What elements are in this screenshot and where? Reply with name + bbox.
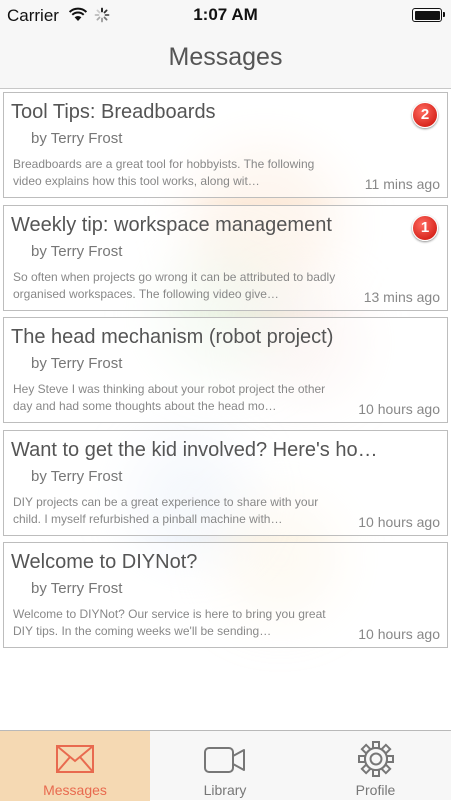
tab-messages[interactable]: Messages	[0, 731, 150, 801]
unread-badge: 1	[412, 215, 438, 241]
message-list[interactable]: Tool Tips: Breadboards by Terry Frost Br…	[0, 88, 451, 730]
status-bar: Carrier 1:07 AM	[0, 0, 451, 30]
message-title: The head mechanism (robot project)	[11, 326, 334, 348]
tab-bar: Messages Library Profile	[0, 730, 451, 801]
message-author: by Terry Frost	[31, 243, 123, 260]
message-timestamp: 10 hours ago	[358, 401, 440, 417]
message-author: by Terry Frost	[31, 580, 123, 597]
message-preview: Welcome to DIYNot? Our service is here t…	[13, 607, 326, 638]
message-card[interactable]: Tool Tips: Breadboards by Terry Frost Br…	[3, 92, 448, 198]
message-card[interactable]: The head mechanism (robot project) by Te…	[3, 317, 448, 423]
message-timestamp: 10 hours ago	[358, 626, 440, 642]
status-time: 1:07 AM	[193, 5, 258, 24]
tab-profile[interactable]: Profile	[300, 731, 451, 801]
message-timestamp: 13 mins ago	[363, 289, 440, 305]
message-author: by Terry Frost	[31, 468, 123, 485]
message-card[interactable]: Welcome to DIYNot? by Terry Frost Welcom…	[3, 542, 448, 648]
message-card[interactable]: Want to get the kid involved? Here's ho……	[3, 430, 448, 536]
message-author: by Terry Frost	[31, 130, 123, 147]
tab-label: Profile	[355, 782, 396, 798]
envelope-icon	[55, 743, 95, 780]
tab-label: Library	[203, 782, 247, 798]
battery-icon	[412, 8, 445, 22]
unread-badge: 2	[412, 102, 438, 128]
message-title: Tool Tips: Breadboards	[11, 101, 216, 123]
navigation-bar: Messages	[0, 30, 451, 89]
message-preview: Breadboards are a great tool for hobbyis…	[13, 157, 315, 188]
message-title: Welcome to DIYNot?	[11, 551, 198, 573]
message-title: Want to get the kid involved? Here's ho…	[11, 439, 378, 461]
message-card[interactable]: Weekly tip: workspace management by Terr…	[3, 205, 448, 311]
video-camera-icon	[203, 743, 247, 780]
tab-label: Messages	[43, 782, 107, 798]
message-preview: DIY projects can be a great experience t…	[13, 495, 319, 526]
message-preview: So often when projects go wrong it can b…	[13, 270, 336, 301]
message-timestamp: 11 mins ago	[364, 176, 440, 192]
page-title: Messages	[168, 43, 283, 71]
message-title: Weekly tip: workspace management	[11, 214, 332, 236]
message-timestamp: 10 hours ago	[358, 514, 440, 530]
gear-icon	[357, 740, 395, 783]
message-author: by Terry Frost	[31, 355, 123, 372]
message-preview: Hey Steve I was thinking about your robo…	[13, 382, 326, 413]
tab-library[interactable]: Library	[150, 731, 300, 801]
